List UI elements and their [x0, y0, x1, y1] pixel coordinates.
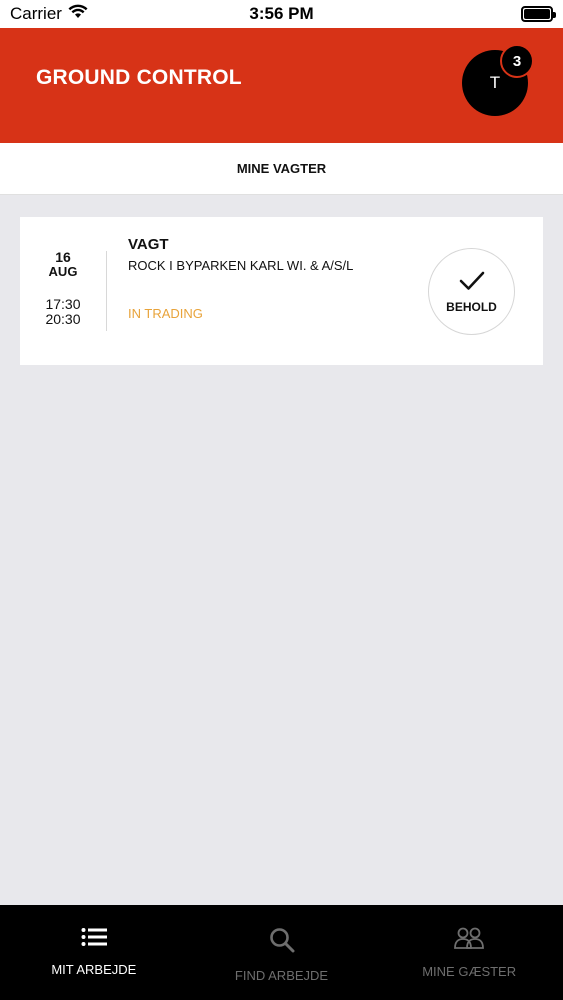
- shift-status: IN TRADING: [128, 306, 203, 321]
- shift-title: VAGT: [128, 236, 169, 253]
- shift-end-time: 20:30: [45, 311, 81, 327]
- tab-label: MIT ARBEJDE: [51, 962, 137, 977]
- section-title: MINE VAGTER: [236, 161, 327, 176]
- wifi-icon: [68, 4, 88, 24]
- keep-button[interactable]: BEHOLD: [428, 248, 515, 335]
- tab-label: MINE GÆSTER: [422, 964, 517, 979]
- search-icon: [269, 927, 295, 958]
- tab-label: FIND ARBEJDE: [234, 968, 329, 983]
- section-tab-mine-vagter[interactable]: MINE VAGTER: [0, 143, 563, 195]
- shift-date-column: 16 AUG 17:30 20:30: [20, 217, 106, 365]
- carrier-label: Carrier: [10, 4, 62, 23]
- checkmark-icon: [459, 270, 485, 297]
- battery-icon: [521, 6, 556, 22]
- tab-mine-gaester[interactable]: MINE GÆSTER: [375, 905, 563, 1000]
- tab-bar: MIT ARBEJDE FIND ARBEJDE MINE GÆSTER: [0, 905, 563, 1000]
- shift-venue: ROCK I BYPARKEN KARL WI. & A/S/L: [128, 258, 354, 273]
- tab-find-arbejde[interactable]: FIND ARBEJDE: [188, 905, 376, 1000]
- shift-start-time: 17:30: [45, 296, 81, 312]
- app-header: GROUND CONTROL T 3: [0, 28, 563, 143]
- shift-card[interactable]: 16 AUG 17:30 20:30 VAGT ROCK I BYPARKEN …: [20, 217, 543, 365]
- tab-mit-arbejde[interactable]: MIT ARBEJDE: [0, 905, 188, 1000]
- status-left: Carrier: [10, 4, 88, 24]
- shift-day: 16: [55, 249, 71, 265]
- shift-month: AUG: [48, 264, 78, 279]
- people-icon: [453, 927, 485, 954]
- notification-badge[interactable]: 3: [500, 44, 534, 78]
- app-title: GROUND CONTROL: [36, 66, 242, 89]
- status-bar: Carrier 3:56 PM: [0, 0, 563, 28]
- keep-button-label: BEHOLD: [446, 299, 497, 314]
- list-icon: [81, 927, 107, 952]
- shift-divider: [106, 251, 107, 331]
